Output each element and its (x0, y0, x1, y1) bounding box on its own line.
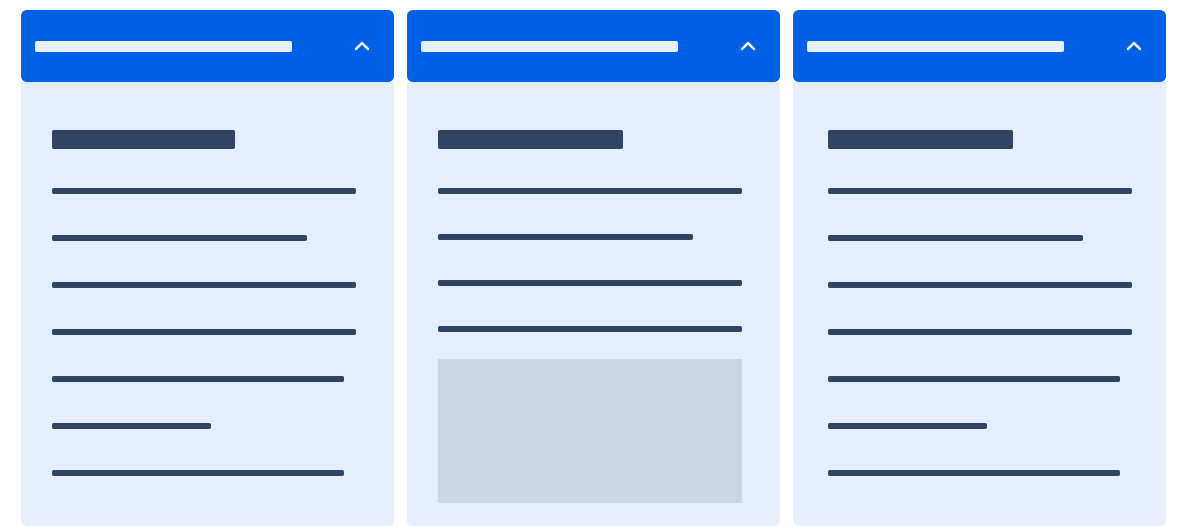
accordion-body-2 (407, 82, 780, 526)
text-line (828, 329, 1132, 335)
section-heading (407, 82, 408, 83)
text-line (52, 235, 307, 241)
header-label-bar (807, 41, 1064, 52)
text-line (52, 423, 211, 429)
accordion-header-3[interactable] (793, 10, 1166, 82)
text-line (52, 329, 356, 335)
text-line (438, 188, 742, 194)
section-heading (793, 82, 794, 83)
text-line (828, 188, 1132, 194)
section-heading-bar (828, 130, 1013, 149)
text-line (438, 326, 742, 332)
text-line (828, 235, 1083, 241)
accordion-panel-3 (793, 10, 1166, 526)
accordion-body-3 (793, 82, 1166, 526)
accordion-body-1 (21, 82, 394, 526)
text-line (52, 470, 344, 476)
chevron-up-icon[interactable] (1125, 37, 1143, 55)
chevron-up-icon[interactable] (353, 37, 371, 55)
text-line (52, 188, 356, 194)
header-label-bar (421, 41, 678, 52)
accordion-header-2[interactable] (407, 10, 780, 82)
text-line (438, 234, 693, 240)
text-line (52, 376, 344, 382)
header-label (793, 10, 794, 11)
chevron-up-icon[interactable] (739, 37, 757, 55)
header-label (21, 10, 22, 11)
accordion-panel-2 (407, 10, 780, 526)
section-heading (21, 82, 22, 83)
text-line (828, 423, 987, 429)
section-heading-bar (438, 130, 623, 149)
accordion-panel-1 (21, 10, 394, 526)
accordion-header-1[interactable] (21, 10, 394, 82)
text-line (52, 282, 356, 288)
text-line (828, 376, 1120, 382)
text-line (438, 280, 742, 286)
text-line (828, 282, 1132, 288)
header-label (407, 10, 408, 11)
header-label-bar (35, 41, 292, 52)
image-placeholder (438, 359, 742, 503)
text-line (828, 470, 1120, 476)
section-heading-bar (52, 130, 235, 149)
